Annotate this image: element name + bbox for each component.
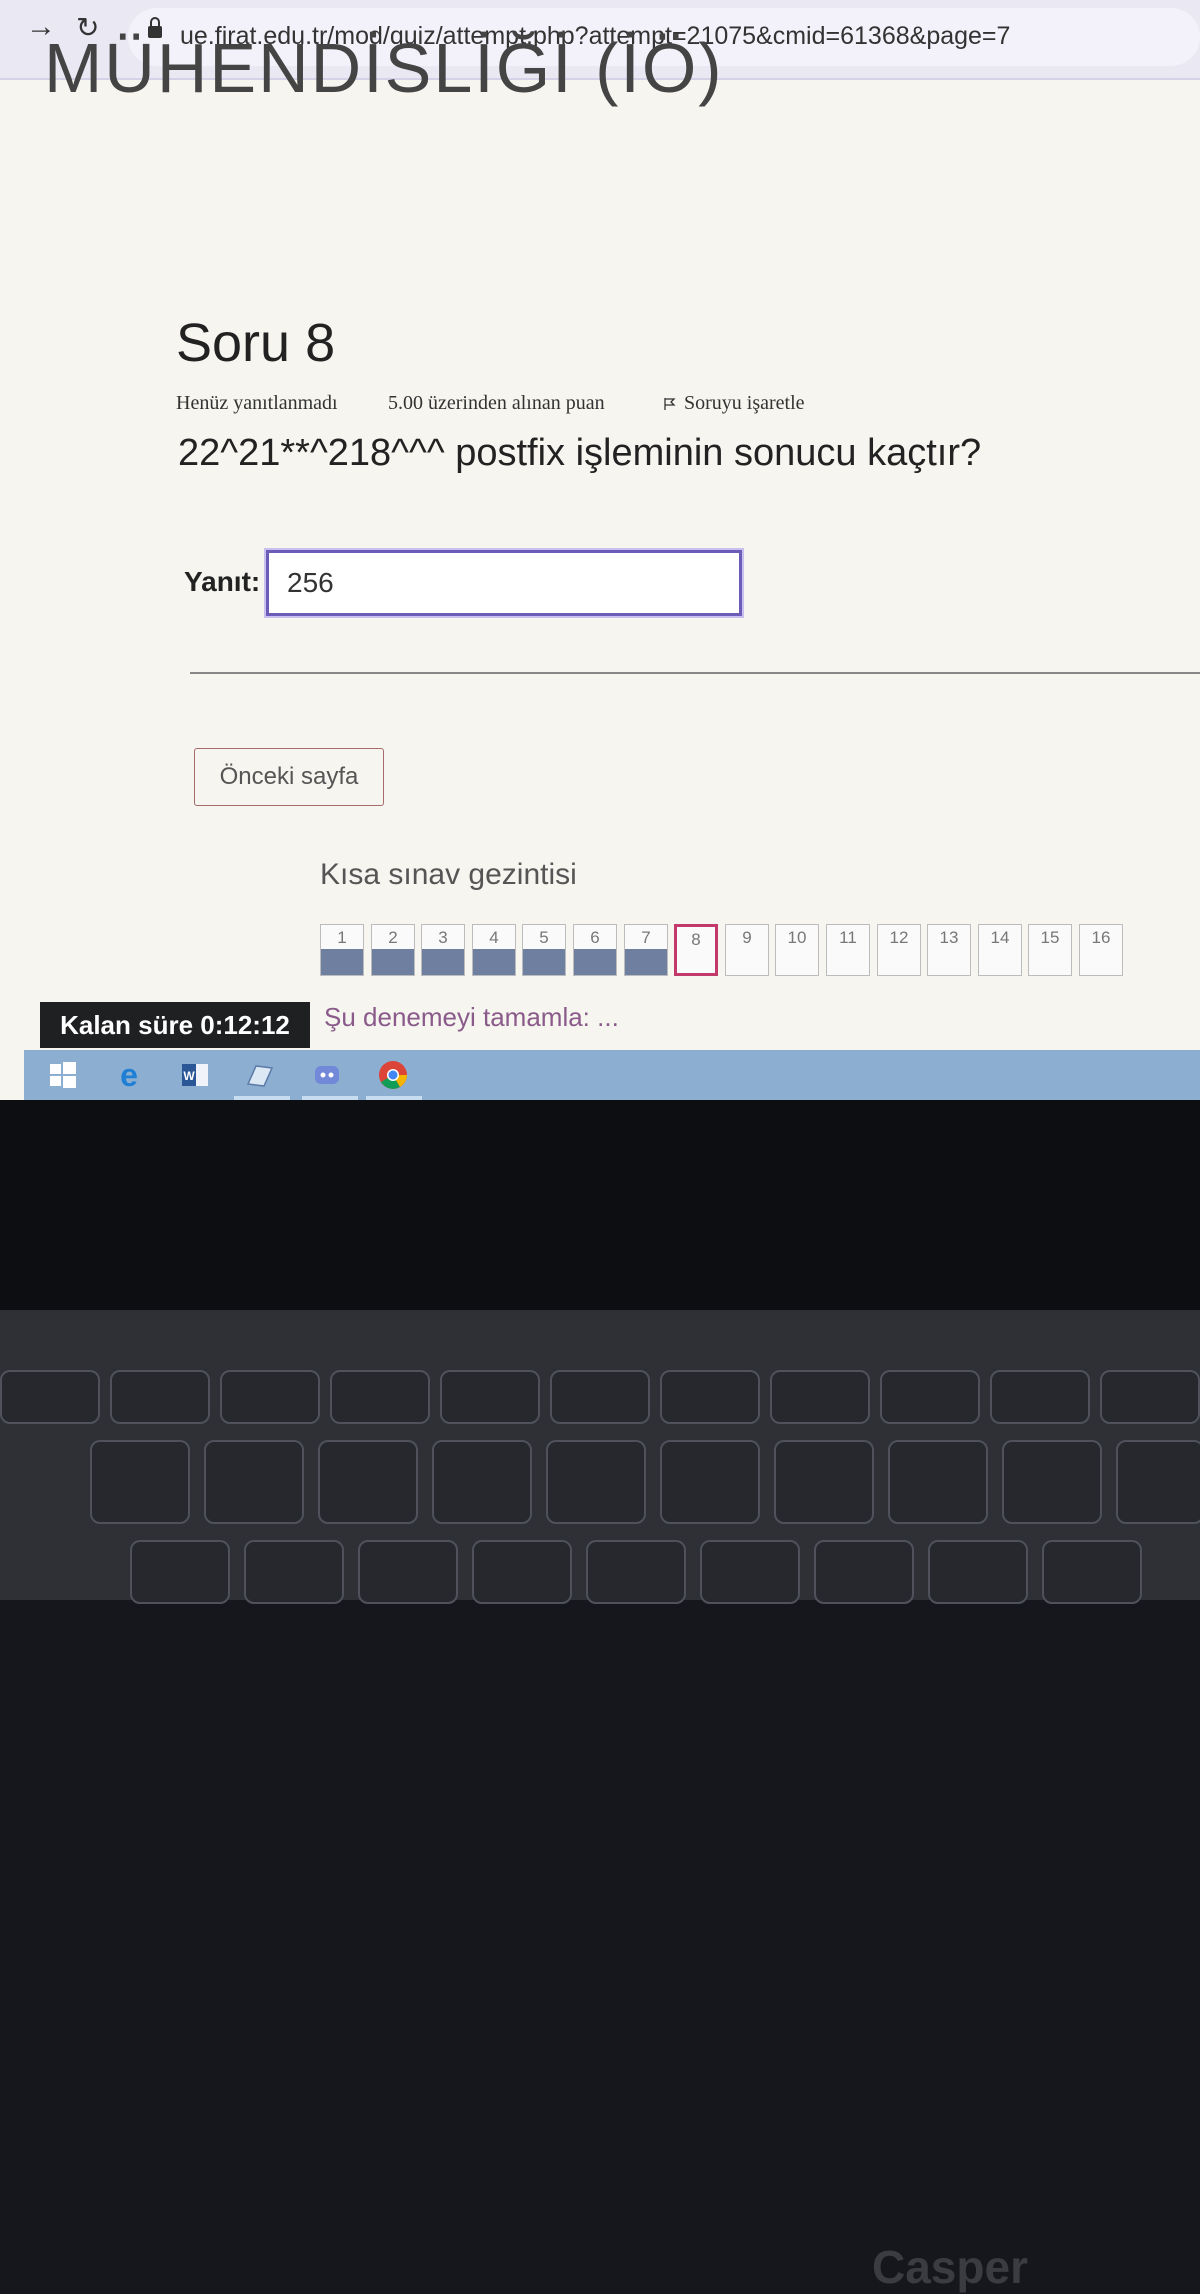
quiz-nav-item-label: 10: [787, 928, 807, 947]
windows-taskbar: e W: [24, 1050, 1200, 1100]
keyboard-key: [318, 1440, 418, 1524]
quiz-nav-item-9[interactable]: 9: [725, 924, 769, 976]
quiz-nav-item-1[interactable]: 1: [320, 924, 364, 976]
time-remaining: Kalan süre 0:12:12: [40, 1002, 310, 1048]
question-text: 22^21**^218^^^ postfix işleminin sonucu …: [178, 432, 982, 474]
quiz-nav-item-6[interactable]: 6: [573, 924, 617, 976]
quiz-nav-item-2[interactable]: 2: [371, 924, 415, 976]
keyboard-key: [888, 1440, 988, 1524]
quiz-nav-item-5[interactable]: 5: [522, 924, 566, 976]
timer-value: 0:12:12: [200, 1010, 290, 1040]
quiz-nav-item-3[interactable]: 3: [421, 924, 465, 976]
laptop-brand-logo: Casper: [872, 2241, 1028, 2293]
keyboard-key: [700, 1540, 800, 1604]
quiz-nav-item-label: 16: [1091, 928, 1111, 947]
keyboard-key: [220, 1370, 320, 1424]
svg-text:W: W: [183, 1069, 195, 1083]
quiz-nav-item-11[interactable]: 11: [826, 924, 870, 976]
windows-start-icon[interactable]: [46, 1058, 80, 1092]
discord-icon[interactable]: [310, 1058, 344, 1092]
quiz-nav-item-label: 12: [889, 928, 909, 947]
keyboard-key: [546, 1440, 646, 1524]
keyboard-key: [244, 1540, 344, 1604]
quiz-nav-item-label: 4: [489, 928, 499, 947]
svg-text:e: e: [120, 1058, 138, 1092]
quiz-nav-item-14[interactable]: 14: [978, 924, 1022, 976]
laptop-bezel: Casper: [0, 1100, 1200, 2293]
keyboard-key: [440, 1370, 540, 1424]
keyboard-key: [814, 1540, 914, 1604]
quiz-nav-item-label: 6: [590, 928, 600, 947]
screen: → ↻ ue.firat.edu.tr/mod/quiz/attempt.php…: [0, 0, 1200, 1100]
laptop-keyboard: [0, 1310, 1200, 1604]
edge-icon[interactable]: e: [112, 1058, 146, 1092]
keyboard-key: [110, 1370, 210, 1424]
question-marks: 5.00 üzerinden alınan puan: [388, 392, 605, 414]
quiz-nav-item-8[interactable]: 8: [674, 924, 718, 976]
question-status: Henüz yanıtlanmadı: [176, 392, 338, 414]
keyboard-key: [774, 1440, 874, 1524]
keyboard-key: [770, 1370, 870, 1424]
keyboard-key: [1042, 1540, 1142, 1604]
quiz-nav-item-label: 5: [539, 928, 549, 947]
quiz-navigation-title: Kısa sınav gezintisi: [320, 858, 577, 891]
finish-attempt-link[interactable]: Şu denemeyi tamamla: ...: [324, 1002, 619, 1033]
quiz-nav-item-label: 8: [691, 930, 701, 949]
quiz-nav-item-label: 13: [939, 928, 959, 947]
flag-question-label: Soruyu işaretle: [684, 392, 805, 414]
keyboard-key: [550, 1370, 650, 1424]
keyboard-key: [204, 1440, 304, 1524]
keyboard-key: [432, 1440, 532, 1524]
notepad-icon[interactable]: [242, 1058, 276, 1092]
quiz-nav-item-15[interactable]: 15: [1028, 924, 1072, 976]
keyboard-key: [90, 1440, 190, 1524]
quiz-nav-item-label: 14: [990, 928, 1010, 947]
keyboard-key: [358, 1540, 458, 1604]
keyboard-key: [130, 1540, 230, 1604]
divider: [190, 672, 1200, 674]
quiz-nav-item-label: 11: [839, 928, 857, 947]
quiz-nav-item-7[interactable]: 7: [624, 924, 668, 976]
quiz-nav-item-label: 15: [1040, 928, 1060, 947]
flag-icon: [664, 398, 676, 411]
answer-input[interactable]: [266, 550, 742, 616]
quiz-nav-item-4[interactable]: 4: [472, 924, 516, 976]
quiz-nav-item-12[interactable]: 12: [877, 924, 921, 976]
quiz-nav-item-label: 3: [438, 928, 448, 947]
keyboard-key: [0, 1370, 100, 1424]
keyboard-key: [880, 1370, 980, 1424]
previous-page-button[interactable]: Önceki sayfa: [194, 748, 384, 806]
flag-question-link[interactable]: Soruyu işaretle: [664, 392, 805, 415]
quiz-nav-item-10[interactable]: 10: [775, 924, 819, 976]
keyboard-key: [586, 1540, 686, 1604]
quiz-nav-item-label: 2: [388, 928, 398, 947]
quiz-nav-item-13[interactable]: 13: [927, 924, 971, 976]
keyboard-key: [1116, 1440, 1200, 1524]
course-title: MÜHENDİSLİĞİ (İÖ): [44, 29, 724, 107]
keyboard-key: [990, 1370, 1090, 1424]
keyboard-key: [660, 1440, 760, 1524]
quiz-nav-item-16[interactable]: 16: [1079, 924, 1123, 976]
keyboard-key: [1002, 1440, 1102, 1524]
quiz-nav-item-label: 9: [742, 928, 752, 947]
word-icon[interactable]: W: [178, 1058, 212, 1092]
keyboard-key: [928, 1540, 1028, 1604]
keyboard-key: [1100, 1370, 1200, 1424]
answer-label: Yanıt:: [184, 566, 261, 597]
chrome-icon[interactable]: [376, 1058, 410, 1092]
keyboard-key: [472, 1540, 572, 1604]
keyboard-key: [660, 1370, 760, 1424]
keyboard-key: [330, 1370, 430, 1424]
timer-label: Kalan süre: [60, 1010, 201, 1040]
question-heading: Soru 8: [176, 313, 336, 373]
quiz-nav-item-label: 1: [337, 928, 347, 947]
quiz-nav-item-label: 7: [641, 928, 651, 947]
